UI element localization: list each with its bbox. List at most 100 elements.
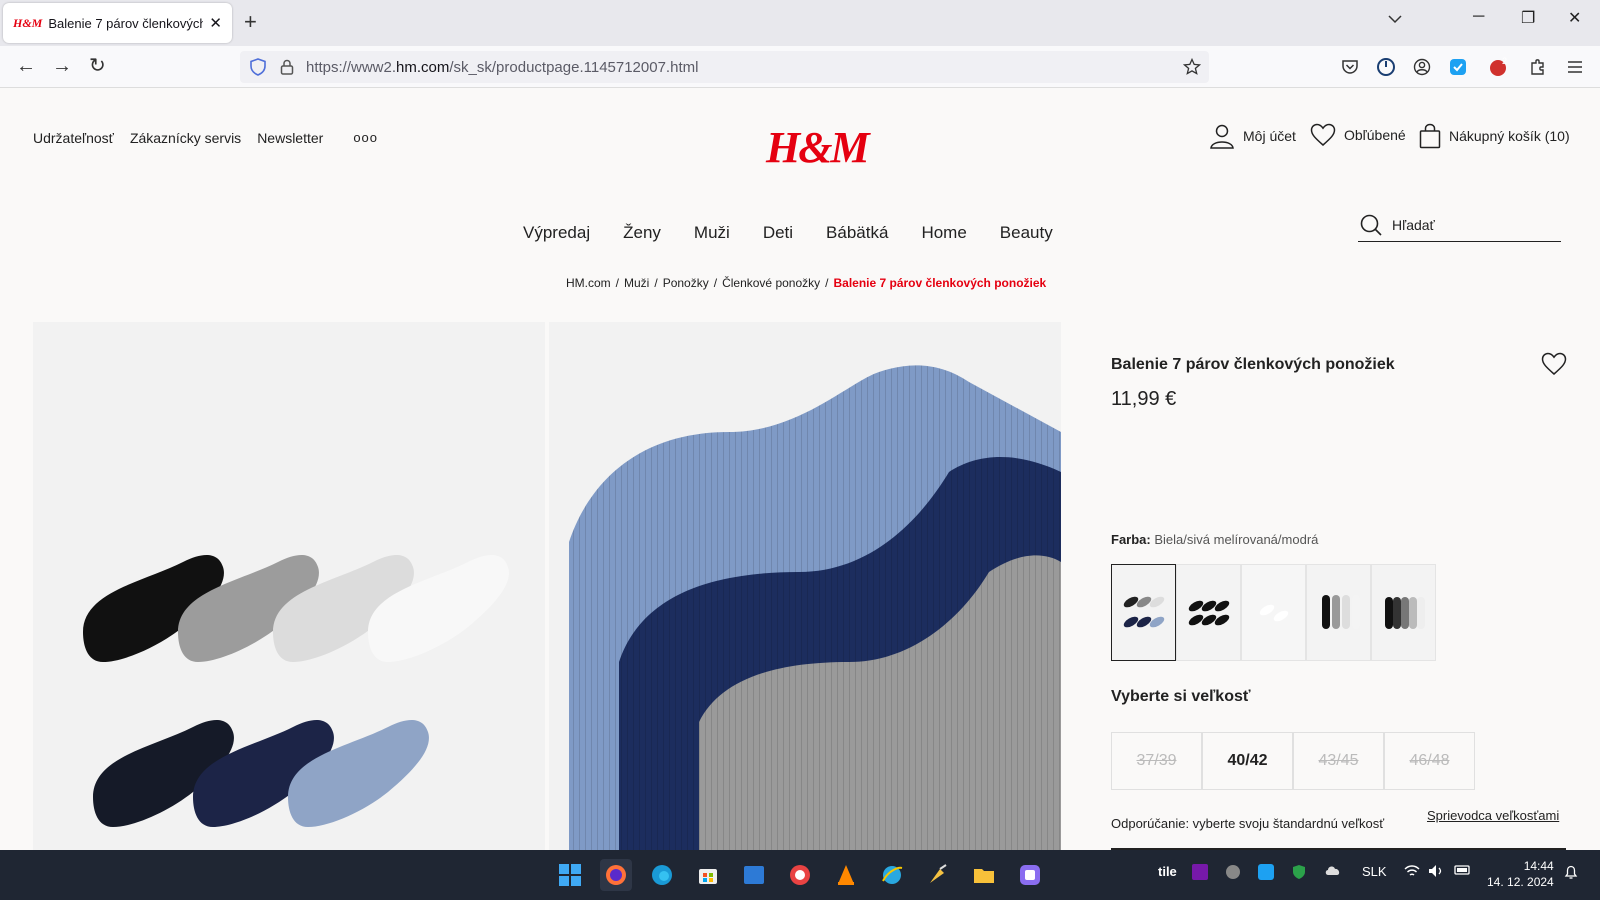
tool-taskbar-icon[interactable]: [922, 859, 954, 891]
add-to-favorites-heart-icon[interactable]: [1541, 352, 1567, 376]
color-swatches: [1111, 564, 1436, 661]
size-option-43-45[interactable]: 43/45: [1293, 732, 1384, 790]
minimize-icon[interactable]: ─: [1473, 8, 1484, 26]
account-icon[interactable]: [1411, 56, 1433, 78]
nav-item-sale[interactable]: Výpredaj: [523, 223, 590, 243]
extension-tray-icon[interactable]: [1258, 864, 1274, 883]
edge-taskbar-icon[interactable]: [646, 859, 678, 891]
cart-label: Nákupný košík (10): [1449, 128, 1570, 144]
new-tab-button[interactable]: +: [244, 10, 257, 34]
more-links-button[interactable]: ooo: [353, 130, 378, 146]
file-explorer-taskbar-icon[interactable]: [968, 859, 1000, 891]
size-option-40-42[interactable]: 40/42: [1202, 732, 1293, 790]
product-image-closeup[interactable]: [549, 322, 1061, 850]
nav-item-baby[interactable]: Bábätká: [826, 223, 888, 243]
swatch-black-gray-white[interactable]: [1306, 564, 1371, 661]
product-price: 11,99 €: [1111, 388, 1177, 410]
browser-toolbar: ← → ↻ https://www2. hm.com/sk_sk/productp…: [0, 46, 1600, 88]
windows-taskbar: tile SLK 14:44 14. 12. 2024: [0, 850, 1600, 900]
radio-taskbar-icon[interactable]: [784, 859, 816, 891]
lock-icon[interactable]: [280, 59, 294, 75]
link-sustainability[interactable]: Udržateľnosť: [33, 130, 114, 146]
hm-logo[interactable]: H&M: [766, 122, 870, 173]
color-label-key: Farba:: [1111, 532, 1151, 547]
breadcrumb: HM.com / Muži / Ponožky / Členkové ponož…: [566, 276, 1046, 290]
app-purple-taskbar-icon[interactable]: [1014, 859, 1046, 891]
account-label: Môj účet: [1243, 128, 1296, 144]
url-host: hm.com: [396, 58, 450, 76]
nav-item-women[interactable]: Ženy: [623, 223, 661, 243]
notifications-bell-icon[interactable]: [1563, 864, 1579, 883]
timer-extension-icon[interactable]: [1375, 56, 1397, 78]
vlc-taskbar-icon[interactable]: [830, 859, 862, 891]
size-recommendation: Odporúčanie: vyberte svoju štandardnú ve…: [1111, 816, 1385, 831]
address-bar[interactable]: https://www2. hm.com/sk_sk/productpage.11…: [240, 51, 1209, 83]
skype-tray-icon[interactable]: [1225, 864, 1241, 883]
browser-tab-active[interactable]: H&M Balenie 7 párov členkových por ✕: [3, 3, 232, 43]
extensions-puzzle-icon[interactable]: [1527, 56, 1549, 78]
security-tray-icon[interactable]: [1291, 864, 1307, 883]
search-field[interactable]: Hľadať: [1358, 208, 1561, 242]
breadcrumb-separator: /: [825, 276, 829, 290]
link-customer-service[interactable]: Zákaznícky servis: [130, 130, 241, 146]
breadcrumb-ankle-socks[interactable]: Členkové ponožky: [722, 276, 820, 290]
account-link[interactable]: Môj účet: [1209, 123, 1296, 149]
favorites-link[interactable]: Obľúbené: [1310, 123, 1406, 147]
clock-date: 14. 12. 2024: [1487, 875, 1554, 889]
adblock-icon[interactable]: 2: [1487, 56, 1509, 78]
language-indicator[interactable]: SLK: [1362, 864, 1387, 879]
user-icon: [1210, 124, 1234, 149]
nav-item-beauty[interactable]: Beauty: [1000, 223, 1053, 243]
size-option-37-39[interactable]: 37/39: [1111, 732, 1202, 790]
tray-app-text[interactable]: tile: [1158, 864, 1177, 879]
socks-closeup-illustration: [569, 365, 1061, 850]
color-label: Farba: Biela/sivá melírovaná/modrá: [1111, 532, 1318, 547]
shield-icon[interactable]: [250, 58, 266, 76]
nav-item-men[interactable]: Muži: [694, 223, 730, 243]
swatch-black[interactable]: [1176, 564, 1241, 661]
link-newsletter[interactable]: Newsletter: [257, 130, 323, 146]
nav-item-home[interactable]: Home: [921, 223, 966, 243]
store-taskbar-icon[interactable]: [692, 859, 724, 891]
cart-link[interactable]: Nákupný košík (10): [1419, 123, 1570, 149]
tab-close-icon[interactable]: ✕: [209, 14, 222, 32]
windows-start-icon[interactable]: [554, 859, 586, 891]
myapp-taskbar-icon[interactable]: [738, 859, 770, 891]
system-clock[interactable]: 14:44 14. 12. 2024: [1487, 858, 1554, 890]
swatch-black-gray-mix[interactable]: [1371, 564, 1436, 661]
restore-icon[interactable]: ❐: [1521, 8, 1535, 28]
close-window-icon[interactable]: ✕: [1568, 8, 1581, 28]
swatch-white-gray-blue[interactable]: [1111, 564, 1176, 661]
product-image-flatlay[interactable]: [33, 322, 545, 850]
forward-icon[interactable]: →: [52, 56, 72, 76]
onedrive-tray-icon[interactable]: [1324, 864, 1342, 879]
ie-taskbar-icon[interactable]: [876, 859, 908, 891]
reload-icon[interactable]: ↻: [89, 56, 106, 76]
size-option-46-48[interactable]: 46/48: [1384, 732, 1475, 790]
breadcrumb-men[interactable]: Muži: [624, 276, 649, 290]
swatch-white[interactable]: [1241, 564, 1306, 661]
url-path: /sk_sk/productpage.1145712007.html: [449, 58, 699, 76]
wifi-tray-icon[interactable]: [1404, 864, 1420, 881]
pocket-icon[interactable]: [1339, 56, 1361, 78]
breadcrumb-socks[interactable]: Ponožky: [663, 276, 709, 290]
onenote-tray-icon[interactable]: [1192, 864, 1208, 883]
breadcrumb-current: Balenie 7 párov členkových ponožiek: [833, 276, 1047, 290]
swatch-socks-thumbnail: [1123, 596, 1164, 627]
list-all-tabs-icon[interactable]: [1388, 14, 1402, 24]
firefox-taskbar-icon[interactable]: [600, 859, 632, 891]
bookmark-star-icon[interactable]: [1183, 58, 1201, 76]
browser-tab-bar: H&M Balenie 7 párov členkových por ✕ + ─…: [0, 0, 1600, 46]
menu-hamburger-icon[interactable]: [1564, 56, 1586, 78]
size-guide-link[interactable]: Sprievodca veľkosťami: [1427, 808, 1559, 823]
breadcrumb-separator: /: [615, 276, 620, 290]
socks-flatlay-illustration: [83, 555, 509, 827]
favorites-label: Obľúbené: [1344, 127, 1406, 143]
swatch-socks-thumbnail: [1259, 604, 1288, 621]
battery-tray-icon[interactable]: [1454, 864, 1472, 879]
breadcrumb-home[interactable]: HM.com: [566, 276, 611, 290]
nav-item-kids[interactable]: Deti: [763, 223, 793, 243]
extension-bird-icon[interactable]: [1447, 56, 1469, 78]
volume-tray-icon[interactable]: [1428, 864, 1444, 881]
back-icon[interactable]: ←: [16, 56, 36, 76]
